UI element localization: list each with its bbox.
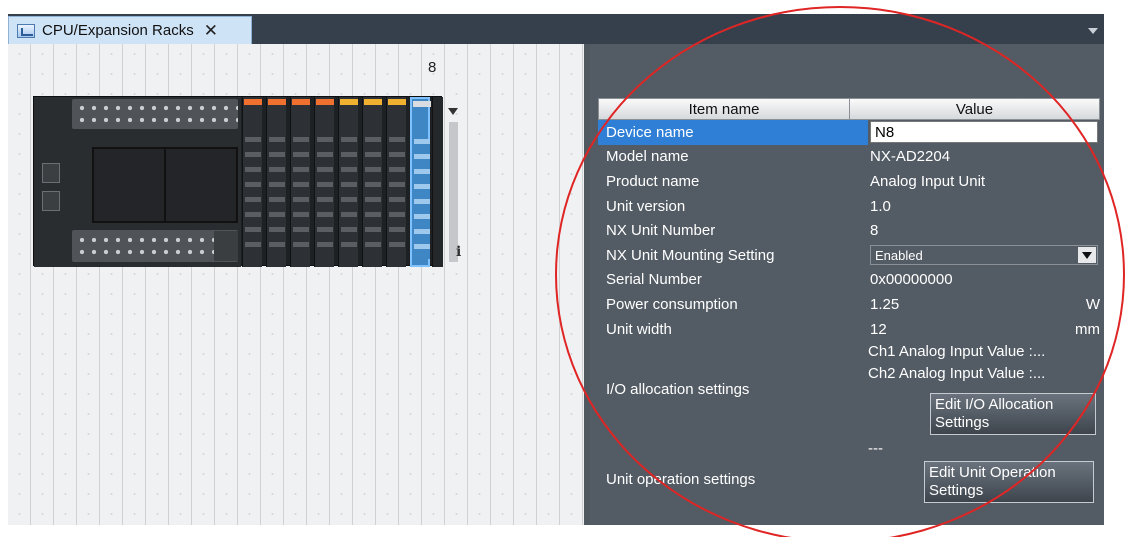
unit-suffix: mm <box>1075 320 1100 338</box>
edit-unit-operation-button[interactable]: Edit Unit Operation Settings <box>924 461 1094 504</box>
property-value: 12 <box>870 320 887 338</box>
nx-unit-1[interactable] <box>242 97 262 267</box>
property-value: 0x00000000 <box>870 271 953 289</box>
cpu-led-strip <box>214 231 238 261</box>
io-allocation-line-2: Ch2 Analog Input Value :... <box>868 365 1046 383</box>
row-power-consumption[interactable]: Power consumption 1.25 W <box>598 292 1100 317</box>
rack-assembly <box>33 96 443 267</box>
nx-unit-5[interactable] <box>338 97 358 267</box>
unit-terminal <box>293 137 309 257</box>
close-icon[interactable]: ✕ <box>204 22 218 39</box>
row-nx-unit-number[interactable]: NX Unit Number 8 <box>598 218 1100 243</box>
row-mounting-setting[interactable]: NX Unit Mounting Setting Enabled <box>598 243 1100 268</box>
dropdown-arrow-icon[interactable] <box>1078 247 1096 264</box>
unit-cap <box>316 99 334 105</box>
chevron-down-icon[interactable] <box>1088 28 1098 34</box>
device-name-input[interactable] <box>870 121 1098 144</box>
unit-terminal <box>317 137 333 257</box>
property-label: NX Unit Number <box>606 222 716 240</box>
nx-unit-6[interactable] <box>362 97 382 267</box>
unit-terminal <box>245 137 261 257</box>
row-unit-width[interactable]: Unit width 12 mm <box>598 317 1100 342</box>
io-allocation-line-1: Ch1 Analog Input Value :... <box>868 343 1046 361</box>
row-product-name[interactable]: Product name Analog Input Unit <box>598 169 1100 194</box>
mounting-setting-select[interactable]: Enabled <box>870 245 1098 266</box>
nx-unit-2[interactable] <box>266 97 286 267</box>
unit-terminal <box>389 137 405 257</box>
property-value: Analog Input Unit <box>870 172 986 190</box>
column-header-item-name[interactable]: Item name <box>599 99 850 119</box>
row-unit-operation[interactable]: Unit operation settings --- Edit Unit Op… <box>598 438 1100 520</box>
unit-operation-value: --- <box>868 440 883 458</box>
tab-label: CPU/Expansion Racks <box>42 22 194 39</box>
rack-canvas[interactable]: 8 i <box>8 44 584 525</box>
property-label: Model name <box>606 148 689 166</box>
nx-unit-3[interactable] <box>290 97 310 267</box>
row-device-name[interactable]: Device name <box>598 120 1100 145</box>
property-value: NX-AD2204 <box>870 148 951 166</box>
ethernet-port-1 <box>42 163 60 183</box>
property-value: 8 <box>870 222 879 240</box>
row-model-name[interactable]: Model name NX-AD2204 <box>598 145 1100 170</box>
unit-suffix: W <box>1085 295 1100 313</box>
unit-terminal <box>365 137 381 257</box>
rack-icon <box>17 23 35 38</box>
unit-terminal <box>341 137 357 257</box>
property-label: I/O allocation settings <box>606 381 750 399</box>
ethernet-port-2 <box>42 191 60 211</box>
property-label: Unit operation settings <box>606 470 756 488</box>
unit-cap <box>364 99 382 105</box>
property-label: Power consumption <box>606 295 738 313</box>
unit-terminal <box>414 139 430 259</box>
table-header: Item name Value <box>598 98 1100 120</box>
properties-table: Item name Value Device name Model name N… <box>598 98 1100 520</box>
row-io-allocation[interactable]: I/O allocation settings Ch1 Analog Input… <box>598 341 1100 438</box>
unit-cap <box>340 99 358 105</box>
unit-terminal <box>269 137 285 257</box>
slot-number-label: 8 <box>428 59 437 76</box>
property-value: 1.0 <box>870 197 891 215</box>
unit-cap <box>388 99 406 105</box>
end-cover <box>432 97 443 267</box>
property-label: Product name <box>606 172 700 190</box>
property-label: Unit width <box>606 320 672 338</box>
nx-unit-8-selected[interactable] <box>410 97 431 267</box>
property-label: NX Unit Mounting Setting <box>606 246 775 264</box>
cpu-front-door <box>92 147 238 223</box>
unit-cap <box>413 101 431 107</box>
property-label: Unit version <box>606 197 686 215</box>
column-header-value[interactable]: Value <box>850 99 1099 119</box>
cpu-terminal-top <box>72 99 238 129</box>
unit-cap <box>268 99 286 105</box>
edit-io-allocation-button[interactable]: Edit I/O Allocation Settings <box>930 393 1096 436</box>
select-value: Enabled <box>875 247 923 263</box>
unit-cap <box>292 99 310 105</box>
property-label: Device name <box>598 120 868 145</box>
row-serial-number[interactable]: Serial Number 0x00000000 <box>598 268 1100 293</box>
unit-cap <box>244 99 262 105</box>
rack-scrollbar[interactable] <box>449 122 458 262</box>
nx-unit-4[interactable] <box>314 97 334 267</box>
info-icon[interactable]: i <box>456 244 461 260</box>
document-tab-bar: CPU/Expansion Racks ✕ <box>8 14 1104 44</box>
nx-unit-7[interactable] <box>386 97 406 267</box>
rack-scroll-down-icon[interactable] <box>448 108 458 115</box>
property-label: Serial Number <box>606 271 702 289</box>
row-unit-version[interactable]: Unit version 1.0 <box>598 194 1100 219</box>
cpu-unit[interactable] <box>34 97 241 267</box>
tab-cpu-expansion-racks[interactable]: CPU/Expansion Racks ✕ <box>8 16 252 44</box>
property-value: 1.25 <box>870 295 900 313</box>
